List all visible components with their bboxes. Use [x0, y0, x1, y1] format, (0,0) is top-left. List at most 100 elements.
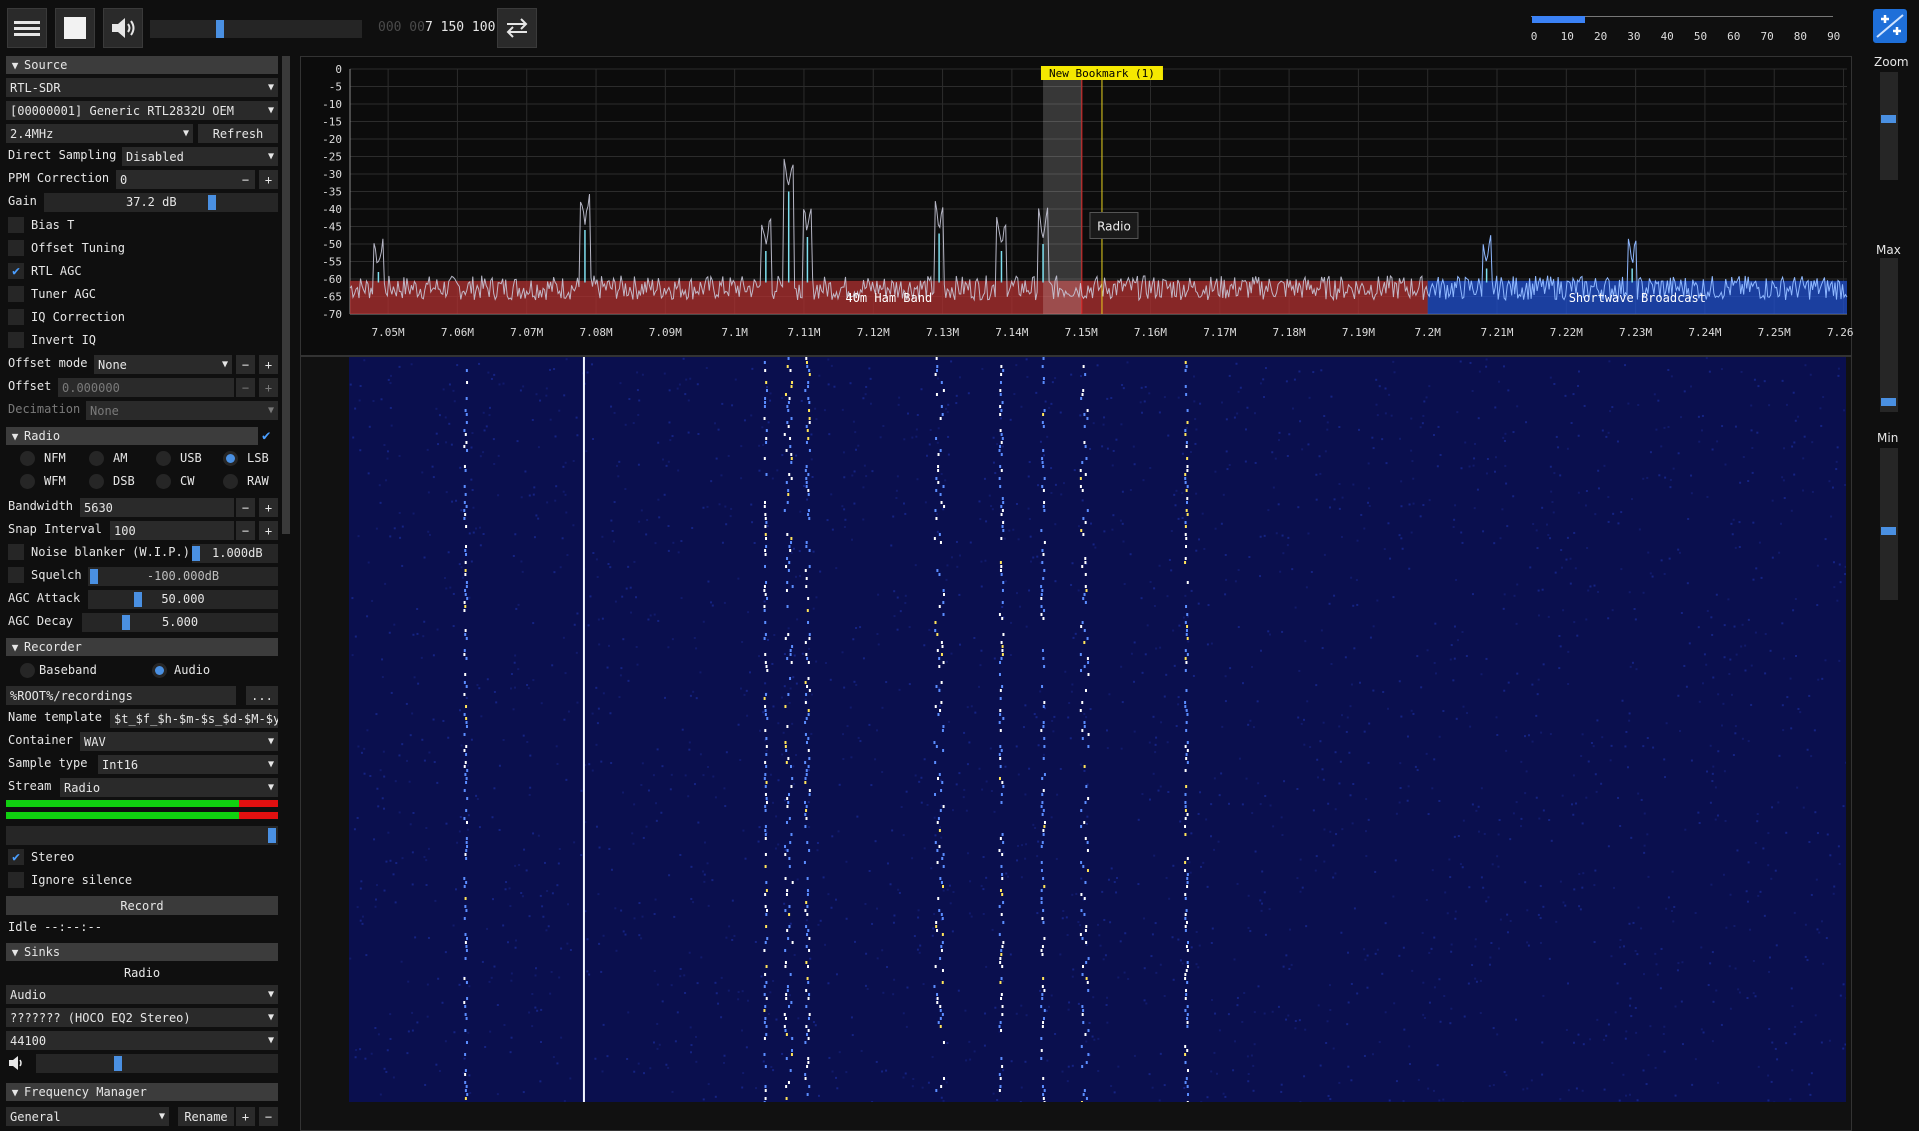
snap-interval-input[interactable]: 100: [110, 521, 234, 540]
agc-decay-slider[interactable]: 5.000: [82, 613, 278, 632]
mode-radio-wfm[interactable]: [20, 474, 35, 489]
bandwidth-decrement-button[interactable]: −: [236, 498, 255, 517]
radio-enabled-check-icon[interactable]: ✔: [262, 428, 270, 444]
sink-speaker-icon[interactable]: [8, 1054, 26, 1075]
mode-radio-nfm[interactable]: [20, 451, 35, 466]
radio-section-header[interactable]: ▼ Radio: [6, 427, 258, 445]
waterfall-signal: [940, 501, 943, 504]
zoom-slider[interactable]: [1880, 72, 1898, 180]
mode-radio-lsb[interactable]: [223, 451, 238, 466]
frequency-display[interactable]: 000 007 150 100: [378, 20, 495, 35]
snap-increment-button[interactable]: +: [259, 521, 278, 540]
hamburger-menu-icon[interactable]: [7, 8, 47, 48]
tuner-agc-checkbox[interactable]: [8, 286, 24, 302]
agc-attack-slider[interactable]: 50.000: [88, 590, 278, 609]
noise-blanker-checkbox[interactable]: [8, 544, 24, 560]
snap-decrement-button[interactable]: −: [236, 521, 255, 540]
stereo-checkbox[interactable]: ✔: [8, 849, 24, 865]
waterfall-signal: [765, 381, 768, 384]
ppm-increment-button[interactable]: +: [259, 170, 278, 189]
volume-slider[interactable]: [150, 20, 362, 38]
ignore-silence-label: Ignore silence: [31, 873, 133, 887]
source-section-header[interactable]: ▼ Source: [6, 56, 278, 74]
direct-sampling-select[interactable]: Disabled ▼: [122, 147, 278, 166]
browse-button[interactable]: ...: [246, 686, 278, 705]
recording-volume-handle[interactable]: [268, 828, 276, 843]
sink-device-select[interactable]: ??????? (HOCO EQ2 Stereo) ▼: [6, 1008, 278, 1027]
mode-radio-cw[interactable]: [156, 474, 171, 489]
sidebar-scrollbar[interactable]: [282, 56, 290, 534]
sink-type-select[interactable]: Audio ▼: [6, 985, 278, 1004]
offset-mode-decrement-button[interactable]: −: [236, 355, 255, 374]
snr-tick-label: 80: [1793, 30, 1808, 43]
offset-decrement-button[interactable]: −: [236, 378, 255, 397]
ignore-silence-checkbox[interactable]: [8, 872, 24, 888]
max-slider-handle[interactable]: [1881, 398, 1896, 406]
iq-correction-checkbox[interactable]: [8, 309, 24, 325]
source-type-select[interactable]: RTL-SDR ▼: [6, 78, 278, 97]
recorder-section-header[interactable]: ▼ Recorder: [6, 638, 278, 656]
waterfall-display[interactable]: [349, 357, 1846, 1102]
remove-list-button[interactable]: −: [259, 1107, 278, 1126]
gain-slider[interactable]: 37.2 dB: [44, 193, 278, 212]
min-slider-handle[interactable]: [1881, 527, 1896, 535]
bias-t-checkbox[interactable]: [8, 217, 24, 233]
volume-slider-handle[interactable]: [216, 20, 224, 38]
ppm-decrement-button[interactable]: −: [236, 170, 255, 189]
volume-button[interactable]: [103, 8, 143, 48]
noise-blanker-slider[interactable]: 1.000dB: [192, 544, 278, 563]
sink-volume-handle[interactable]: [114, 1056, 122, 1071]
offset-tuning-checkbox[interactable]: [8, 240, 24, 256]
refresh-button[interactable]: Refresh: [198, 124, 278, 143]
sinks-section-header[interactable]: ▼ Sinks: [6, 943, 278, 961]
bookmark-list-select[interactable]: General ▼: [6, 1107, 169, 1126]
invert-iq-checkbox[interactable]: [8, 332, 24, 348]
decimation-select[interactable]: None ▼: [86, 401, 278, 420]
sample-rate-select[interactable]: 2.4MHz ▼: [6, 124, 193, 143]
ppm-correction-input[interactable]: 0: [116, 170, 238, 189]
waterfall-signal: [1185, 393, 1188, 396]
offset-mode-increment-button[interactable]: +: [259, 355, 278, 374]
fft-panel[interactable]: 0 -5 -10 -15 -20 -25 -30 -35 -40 -45 -50 -55 -60 -65 -…: [300, 56, 1860, 357]
record-button[interactable]: Record: [6, 896, 278, 915]
swap-button[interactable]: [497, 8, 537, 48]
waterfall-signal: [1041, 1025, 1044, 1028]
offset-mode-select[interactable]: None ▼: [94, 355, 232, 374]
mode-radio-am[interactable]: [89, 451, 104, 466]
bandwidth-input[interactable]: 5630: [80, 498, 234, 517]
recording-volume-slider[interactable]: [6, 826, 278, 845]
rename-list-button[interactable]: Rename: [178, 1107, 234, 1126]
sink-volume-slider[interactable]: [36, 1054, 278, 1073]
snr-tick-label: 50: [1693, 30, 1708, 43]
stream-select[interactable]: Radio ▼: [60, 778, 278, 797]
device-select[interactable]: [00000001] Generic RTL2832U OEM ▼: [6, 101, 278, 120]
waterfall-signal: [1184, 557, 1187, 560]
sink-rate-select[interactable]: 44100 ▼: [6, 1031, 278, 1050]
mode-radio-raw[interactable]: [223, 474, 238, 489]
container-select[interactable]: WAV ▼: [80, 732, 278, 751]
sample-type-select[interactable]: Int16 ▼: [98, 755, 278, 774]
offset-increment-button[interactable]: +: [259, 378, 278, 397]
waterfall-signal: [1184, 893, 1187, 896]
name-template-input[interactable]: $t_$f_$h-$m-$s_$d-$M-$y: [110, 709, 278, 728]
zoom-slider-handle[interactable]: [1881, 115, 1896, 123]
min-slider[interactable]: [1880, 448, 1898, 600]
squelch-slider[interactable]: -100.000dB: [88, 567, 278, 586]
recording-path-input[interactable]: %ROOT%/recordings: [6, 686, 236, 705]
squelch-checkbox[interactable]: [8, 567, 24, 583]
waterfall-signal: [1043, 989, 1046, 992]
max-slider[interactable]: [1880, 258, 1898, 412]
stop-button[interactable]: [55, 8, 95, 48]
waterfall-signal: [1184, 701, 1187, 704]
baseband-radio[interactable]: [20, 663, 35, 678]
frequency-manager-section-header[interactable]: ▼ Frequency Manager: [6, 1083, 278, 1101]
waterfall-signal: [998, 721, 1001, 724]
fft-spectrum-chart[interactable]: 0 -5 -10 -15 -20 -25 -30 -35 -40 -45 -50 -55 -60 -65 -…: [301, 57, 1860, 357]
offset-input[interactable]: 0.000000: [58, 378, 234, 397]
rtl-agc-checkbox[interactable]: ✔: [8, 263, 24, 279]
audio-radio[interactable]: [152, 663, 167, 678]
add-list-button[interactable]: +: [236, 1107, 255, 1126]
mode-radio-dsb[interactable]: [89, 474, 104, 489]
mode-radio-usb[interactable]: [156, 451, 171, 466]
bandwidth-increment-button[interactable]: +: [259, 498, 278, 517]
